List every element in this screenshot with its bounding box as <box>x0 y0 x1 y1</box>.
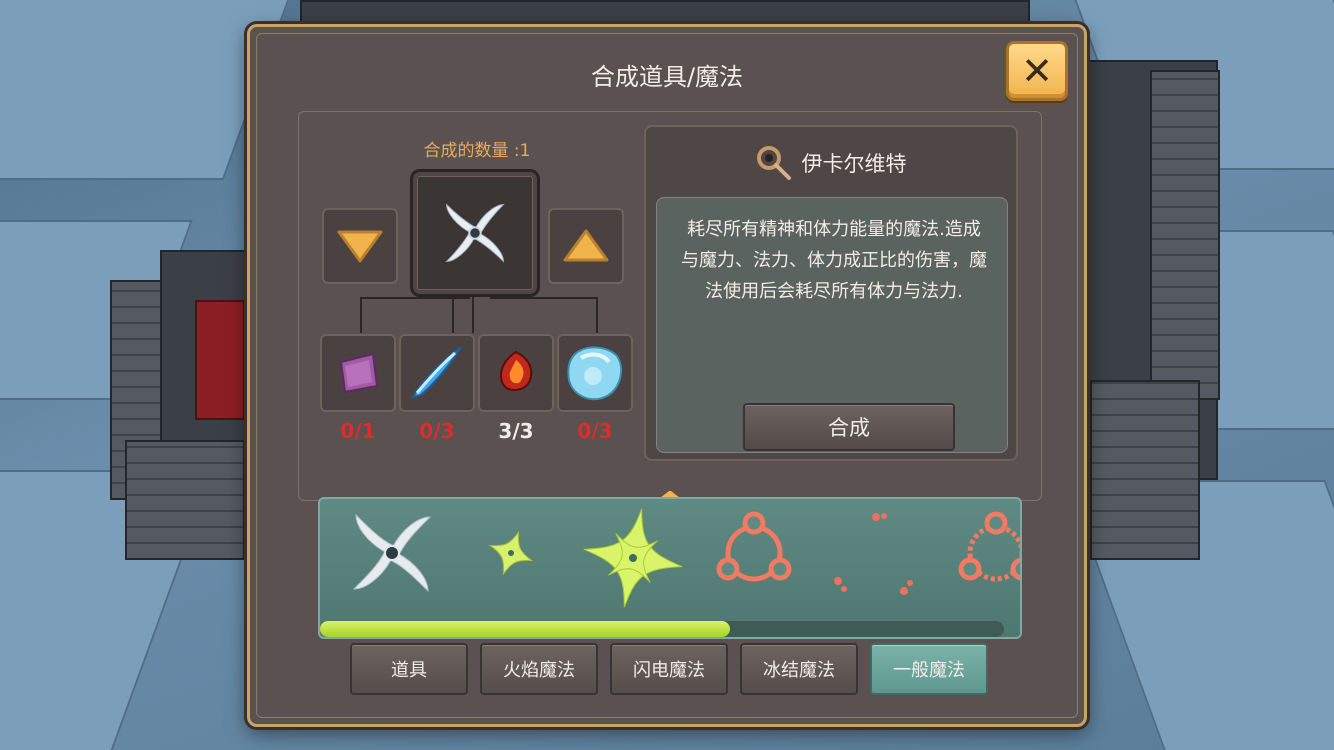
red-scatter-dots-icon <box>834 513 913 595</box>
fire-gem-icon <box>500 350 533 391</box>
ice-shard-icon <box>410 346 462 399</box>
craft-dialog: 合成道具/魔法 ✕ 合成的数量 :1 0/1 0/3 3/3 0/3 伊卡尔维特… <box>247 24 1087 727</box>
item-description: 耗尽所有精神和体力能量的魔法.造成与魔力、法力、体力成正比的伤害，魔法使用后会耗… <box>681 219 987 302</box>
description-box: 耗尽所有精神和体力能量的魔法.造成与魔力、法力、体力成正比的伤害，魔法使用后会耗… <box>656 197 1008 453</box>
close-icon: ✕ <box>1021 49 1053 93</box>
recipe-item[interactable] <box>956 503 1020 607</box>
craft-quantity-label: 合成的数量 :1 <box>423 141 531 161</box>
recipe-item[interactable] <box>482 503 540 607</box>
item-title-row: 伊卡尔维特 <box>646 145 1016 181</box>
red-ring-rune-icon <box>958 511 1020 582</box>
red-ring-rune-icon <box>716 511 792 582</box>
connector-line <box>452 297 454 333</box>
tab-fire-magic[interactable]: 火焰魔法 <box>480 643 598 695</box>
triangle-up-icon <box>563 229 609 262</box>
material-slot[interactable] <box>557 334 633 412</box>
connector-line <box>472 297 474 333</box>
tab-lightning-magic[interactable]: 闪电魔法 <box>610 643 728 695</box>
material-slot[interactable] <box>320 334 396 412</box>
tab-ice-magic[interactable]: 冰结魔法 <box>740 643 858 695</box>
whirlwind-shuriken-icon <box>445 203 505 263</box>
item-info-panel: 伊卡尔维特 耗尽所有精神和体力能量的魔法.造成与魔力、法力、体力成正比的伤害，魔… <box>644 125 1018 461</box>
material-slot[interactable] <box>478 334 554 412</box>
decrease-quantity-button[interactable] <box>322 208 398 284</box>
tab-general-magic[interactable]: 一般魔法 <box>870 643 988 695</box>
connector-line <box>490 297 598 333</box>
carousel-scrollbar[interactable] <box>320 621 1004 637</box>
increase-quantity-button[interactable] <box>548 208 624 284</box>
purple-cloth-icon <box>339 352 379 394</box>
large-green-star-icon <box>583 508 683 608</box>
recipe-item[interactable] <box>828 503 928 617</box>
craft-button[interactable]: 合成 <box>743 403 955 451</box>
ice-crystal-icon <box>567 346 623 401</box>
material-count: 0/1 <box>340 419 376 443</box>
item-name: 伊卡尔维特 <box>801 152 907 176</box>
recipe-carousel[interactable] <box>318 497 1022 639</box>
material-count: 0/3 <box>577 419 613 443</box>
material-count: 3/3 <box>498 419 534 443</box>
scrollbar-thumb[interactable] <box>320 621 731 637</box>
small-green-star-icon <box>488 530 534 576</box>
material-count: 0/3 <box>419 419 455 443</box>
tab-items[interactable]: 道具 <box>350 643 468 695</box>
close-button[interactable]: ✕ <box>1006 41 1068 101</box>
triangle-down-icon <box>337 230 383 263</box>
recipe-item-selected[interactable] <box>344 503 440 607</box>
white-shuriken-icon <box>352 513 432 593</box>
magic-staff-icon <box>756 146 791 180</box>
recipe-item[interactable] <box>578 503 688 617</box>
dialog-title: 合成道具/魔法 <box>590 63 744 91</box>
recipe-item[interactable] <box>714 503 794 607</box>
craft-result-slot <box>410 169 540 297</box>
material-slot[interactable] <box>399 334 475 412</box>
